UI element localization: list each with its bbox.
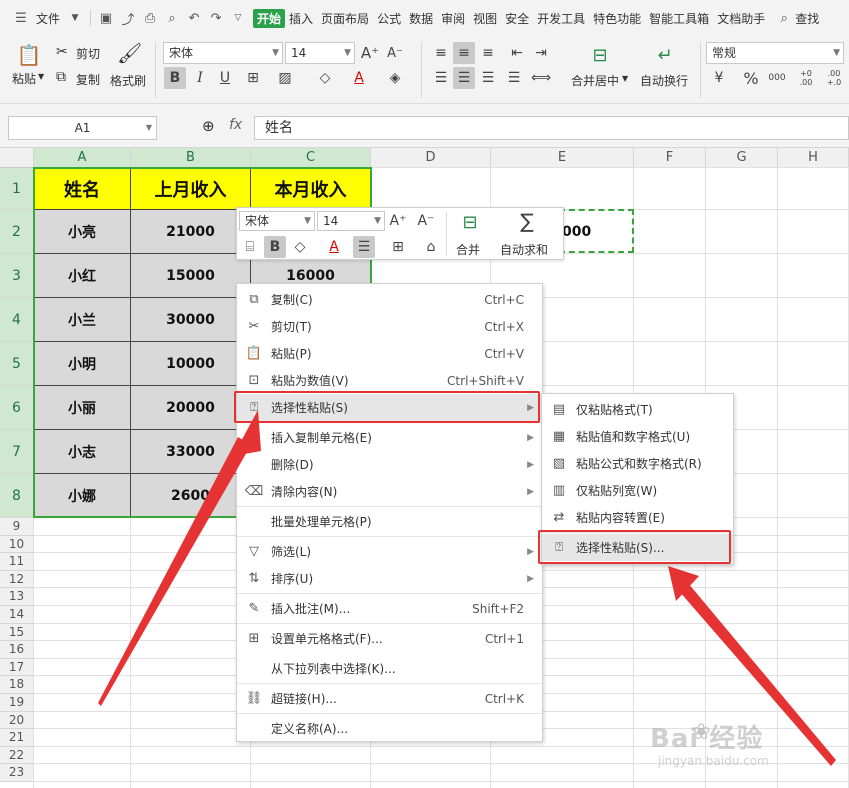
baidu-watermark: ❀ Bai 经验 jingyan.baidu.com <box>648 716 808 772</box>
red-arrow-left-head <box>233 410 261 456</box>
watermark-url: jingyan.baidu.com <box>658 754 769 768</box>
red-arrow-left <box>98 437 251 706</box>
wps-spreadsheet-window: { "menubar": { "file": "文件", "tabs": ["开… <box>0 0 849 788</box>
watermark-brand: Bai 经验 <box>650 724 764 754</box>
annotation-arrows <box>98 410 836 766</box>
